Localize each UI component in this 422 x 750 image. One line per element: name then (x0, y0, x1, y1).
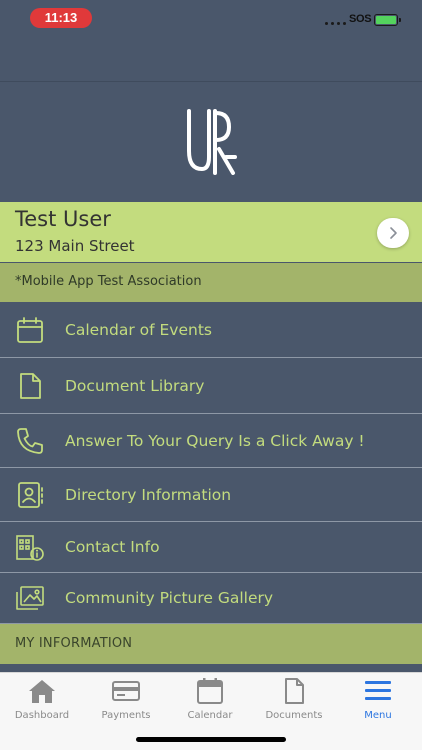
user-address: 123 Main Street (15, 237, 135, 255)
carrier-label: SOS (349, 13, 372, 25)
tab-calendar[interactable]: Calendar (168, 677, 252, 721)
tab-label: Calendar (187, 710, 233, 721)
tab-payments[interactable]: Payments (84, 677, 168, 721)
menu-item-contact-info[interactable]: Contact Info (0, 522, 422, 573)
calendar-icon (197, 678, 223, 704)
document-icon (285, 678, 304, 704)
association-name: *Mobile App Test Association (15, 274, 202, 289)
tab-dashboard[interactable]: Dashboard (0, 677, 84, 721)
home-icon (29, 680, 55, 703)
app-screen: 11:13 SOS Test User 123 Main Street *Mob… (0, 0, 422, 750)
home-indicator (136, 737, 286, 742)
association-logo (187, 109, 237, 175)
menu-item-label: Community Picture Gallery (65, 589, 274, 607)
user-profile-card[interactable]: Test User 123 Main Street (0, 202, 422, 262)
menu-item-label: Directory Information (65, 485, 232, 504)
signal-icon (325, 22, 346, 25)
header-divider (0, 81, 422, 82)
battery-icon (374, 14, 401, 26)
section-title: MY INFORMATION (15, 636, 133, 651)
status-time: 11:13 (30, 8, 92, 28)
menu-item-calendar[interactable]: Calendar of Events (0, 302, 422, 358)
tab-documents[interactable]: Documents (252, 677, 336, 721)
menu-item-label: Calendar of Events (65, 320, 212, 339)
menu-item-label: Answer To Your Query Is a Click Away ! (65, 431, 365, 450)
calendar-icon (17, 316, 43, 343)
user-name: Test User (15, 207, 111, 231)
menu-item-label: Contact Info (65, 538, 160, 556)
scrolled-content-peek (0, 664, 422, 672)
tab-label: Menu (364, 710, 392, 721)
document-icon (20, 372, 41, 399)
tab-menu[interactable]: Menu (336, 677, 420, 721)
my-information-header: MY INFORMATION (0, 624, 422, 664)
status-bar: 11:13 SOS (0, 0, 422, 36)
chevron-right-icon (390, 227, 397, 239)
menu-item-document-library[interactable]: Document Library (0, 358, 422, 414)
menu-list: Calendar of Events Document Library Answ… (0, 302, 422, 624)
tab-label: Documents (265, 710, 323, 721)
menu-item-query[interactable]: Answer To Your Query Is a Click Away ! (0, 414, 422, 468)
phone-icon (17, 427, 43, 454)
menu-item-directory[interactable]: Directory Information (0, 468, 422, 522)
building-info-icon (16, 535, 44, 561)
menu-item-label: Document Library (65, 376, 205, 395)
hamburger-menu-icon (365, 681, 391, 700)
tab-label: Dashboard (14, 710, 70, 721)
credit-card-icon (112, 681, 140, 701)
contact-card-icon (18, 481, 43, 508)
profile-detail-button[interactable] (377, 218, 409, 248)
tab-label: Payments (101, 710, 151, 721)
menu-item-picture-gallery[interactable]: Community Picture Gallery (0, 573, 422, 624)
association-banner: *Mobile App Test Association (0, 263, 422, 302)
picture-icon (16, 586, 44, 610)
